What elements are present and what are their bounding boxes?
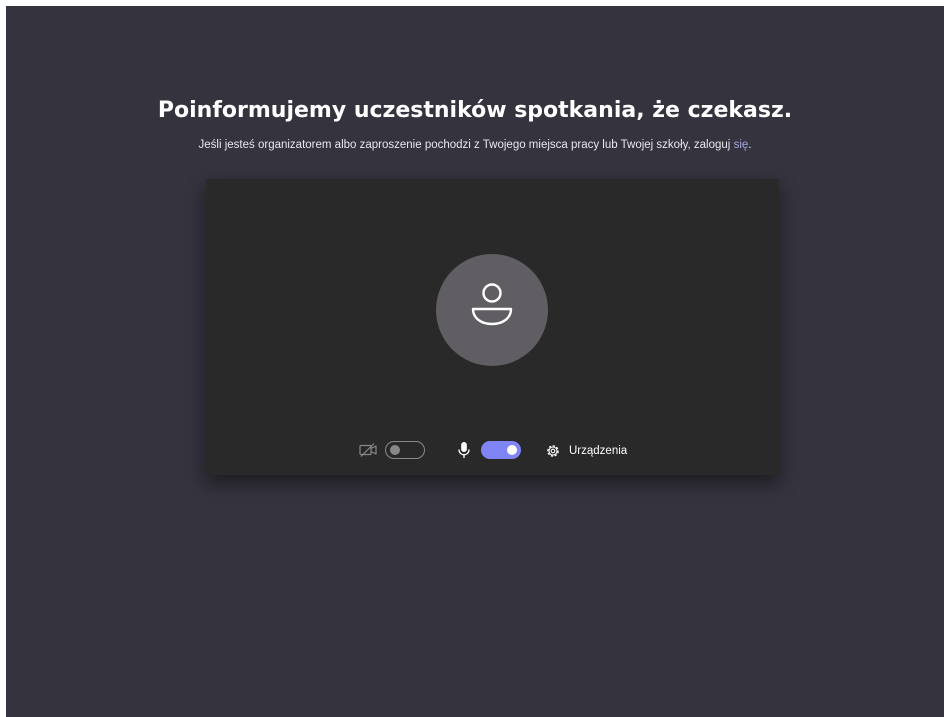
gear-icon: [547, 445, 559, 457]
microphone-control: [457, 441, 521, 459]
device-controls: Urządzenia: [206, 441, 779, 465]
signin-link[interactable]: się: [734, 139, 749, 151]
signin-hint: Jeśli jesteś organizatorem albo zaprosze…: [6, 139, 944, 151]
video-preview: Urządzenia: [206, 179, 779, 475]
signin-hint-text: Jeśli jesteś organizatorem albo zaprosze…: [198, 139, 734, 151]
person-icon: [471, 283, 513, 326]
microphone-toggle-knob: [507, 445, 517, 455]
page-title: Poinformujemy uczestników spotkania, że …: [157, 98, 793, 123]
camera-toggle[interactable]: [385, 441, 425, 459]
camera-toggle-knob: [390, 445, 400, 455]
meeting-prejoin-screen: Poinformujemy uczestników spotkania, że …: [6, 6, 944, 717]
avatar: [436, 254, 548, 366]
devices-label: Urządzenia: [569, 445, 628, 457]
devices-button[interactable]: Urządzenia: [545, 443, 627, 459]
microphone-toggle[interactable]: [481, 441, 521, 459]
signin-hint-period: .: [748, 139, 752, 151]
microphone-icon: [458, 442, 470, 458]
camera-off-icon: [359, 443, 377, 457]
camera-control: [359, 441, 425, 459]
